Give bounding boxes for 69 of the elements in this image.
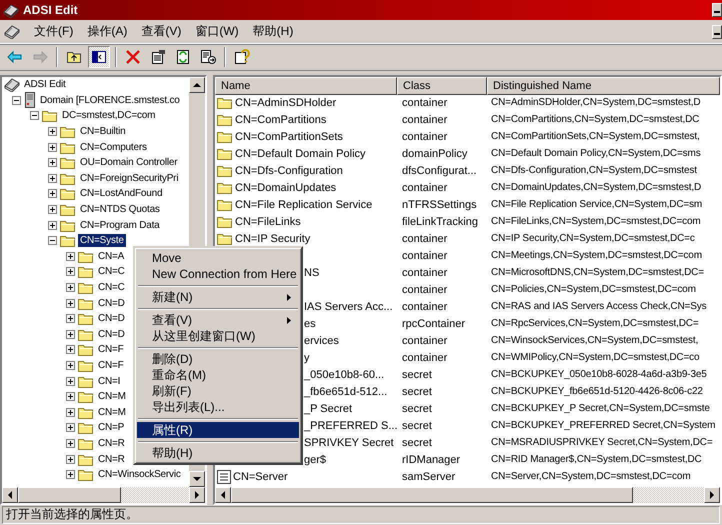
status-text: 打开当前选择的属性页。 bbox=[2, 506, 720, 524]
table-cell: CN=IP Security bbox=[235, 232, 310, 244]
table-cell-text: dfsConfigurat... bbox=[401, 164, 478, 176]
table-cell-text: CN=BCKUPKEY_PREFERRED Secret,CN=System bbox=[490, 420, 716, 431]
table-cell: y bbox=[304, 352, 310, 364]
table-cell-text: secret bbox=[401, 402, 433, 414]
table-cell-text: nTFRSSettings bbox=[401, 198, 478, 210]
table-cell-text: CN=WMIPolicy,CN=System,DC=smstest,DC=co bbox=[490, 352, 700, 363]
table-cell-text: CN=Default Domain Policy,CN=System,DC=sms bbox=[490, 148, 702, 159]
table-cell-text: container bbox=[401, 284, 448, 296]
window-title: ADSI Edit bbox=[23, 3, 78, 17]
table-cell: _P Secret bbox=[304, 402, 352, 414]
table-cell-text: container bbox=[401, 334, 448, 346]
table-cell-text: secret bbox=[401, 386, 433, 398]
table-cell-text: CN=RpcServices,CN=System,DC=smstest,DC= bbox=[490, 318, 700, 329]
table-cell: ervices bbox=[304, 334, 339, 346]
table-cell-text: container bbox=[401, 130, 448, 142]
table-cell-text: container bbox=[401, 96, 448, 108]
table-cell-text: CN=MicrosoftDNS,CN=System,DC=smstest,DC= bbox=[490, 267, 705, 278]
table-cell-text: CN=Server,CN=System,DC=smstest,DC=com bbox=[490, 471, 692, 482]
table-cell: CN=ComPartitionSets bbox=[235, 130, 343, 142]
table-cell-text: CN=Meetings,CN=System,DC=smstest,DC=com bbox=[490, 250, 703, 261]
table-cell: CN=ComPartitions bbox=[235, 114, 326, 126]
table-cell-text: CN=BCKUPKEY_fb6e651d-5120-4426-8c06-c22 bbox=[490, 386, 704, 397]
table-cell: SPRIVKEY Secret bbox=[304, 436, 394, 448]
table-cell-text: container bbox=[401, 352, 448, 364]
table-cell-text: CN=MSRADIUSPRIVKEY Secret,CN=System,DC= bbox=[490, 437, 714, 448]
table-cell-text: CN=Policies,CN=System,DC=smstest,DC=com bbox=[490, 284, 697, 295]
table-cell-text: secret bbox=[401, 436, 433, 448]
table-cell-text: domainPolicy bbox=[401, 148, 468, 160]
table-cell: CN=AdminSDHolder bbox=[235, 96, 336, 108]
table-cell: CN=FileLinks bbox=[235, 216, 301, 228]
table-cell-text: rIDManager bbox=[401, 454, 462, 466]
table-cell-text: CN=DomainUpdates,CN=System,DC=smstest,D bbox=[490, 182, 702, 193]
table-cell: IAS Servers Acc... bbox=[304, 300, 393, 312]
table-cell-text: container bbox=[401, 232, 448, 244]
table-cell: CN=DomainUpdates bbox=[235, 182, 336, 194]
table-cell-text: rpcContainer bbox=[401, 318, 466, 330]
table-cell-text: container bbox=[401, 266, 448, 278]
table-cell-text: secret bbox=[401, 420, 433, 432]
table-cell: CN=File Replication Service bbox=[235, 198, 372, 210]
table-cell-text: container bbox=[401, 182, 448, 194]
table-cell: _fb6e651d-512... bbox=[304, 386, 388, 398]
table-cell-text: CN=FileLinks,CN=System,DC=smstest,DC=com bbox=[490, 216, 702, 227]
table-cell-text: secret bbox=[401, 368, 433, 380]
table-cell-text: CN=ComPartitionSets,CN=System,DC=smstest, bbox=[490, 131, 701, 142]
table-cell-text: container bbox=[401, 300, 448, 312]
table-cell: _050e10b8-60... bbox=[304, 368, 384, 380]
table-cell-text: container bbox=[401, 250, 448, 262]
table-cell: CN=Server bbox=[233, 470, 288, 482]
table-cell-text: samServer bbox=[401, 470, 456, 482]
table-cell-text: container bbox=[401, 114, 448, 126]
table-cell-text: CN=File Replication Service,CN=System,DC=sm bbox=[490, 199, 704, 210]
table-cell: es bbox=[304, 318, 316, 330]
table-cell-text: CN=IP Security,CN=System,DC=smstest,DC=c bbox=[490, 233, 696, 244]
table-cell: CN=Dfs-Configuration bbox=[235, 164, 343, 176]
table-cell-text: fileLinkTracking bbox=[401, 216, 480, 228]
table-cell-text: CN=RID Manager$,CN=System,DC=smstest,DC bbox=[490, 454, 703, 465]
table-cell-text: CN=RAS and IAS Servers Access Check,CN=Sys bbox=[490, 301, 708, 312]
table-cell-text: CN=BCKUPKEY_050e10b8-6028-4a6d-a3b9-3e5 bbox=[490, 369, 708, 380]
table-cell: _PREFERRED S... bbox=[304, 420, 398, 432]
table-cell-text: CN=WinsockServices,CN=System,DC=smstest, bbox=[490, 335, 700, 346]
table-cell: CN=Default Domain Policy bbox=[235, 148, 366, 160]
table-cell-text: CN=BCKUPKEY_P Secret,CN=System,DC=smste bbox=[490, 403, 711, 414]
table-cell-text: CN=ComPartitions,CN=System,DC=smstest,DC bbox=[490, 114, 700, 125]
table-cell: NS bbox=[304, 266, 320, 278]
table-cell: ger$ bbox=[304, 454, 326, 466]
table-cell-text: CN=AdminSDHolder,CN=System,DC=smstest,D bbox=[490, 97, 702, 108]
table-cell-text: CN=Dfs-Configuration,CN=System,DC=smstest bbox=[490, 165, 698, 176]
